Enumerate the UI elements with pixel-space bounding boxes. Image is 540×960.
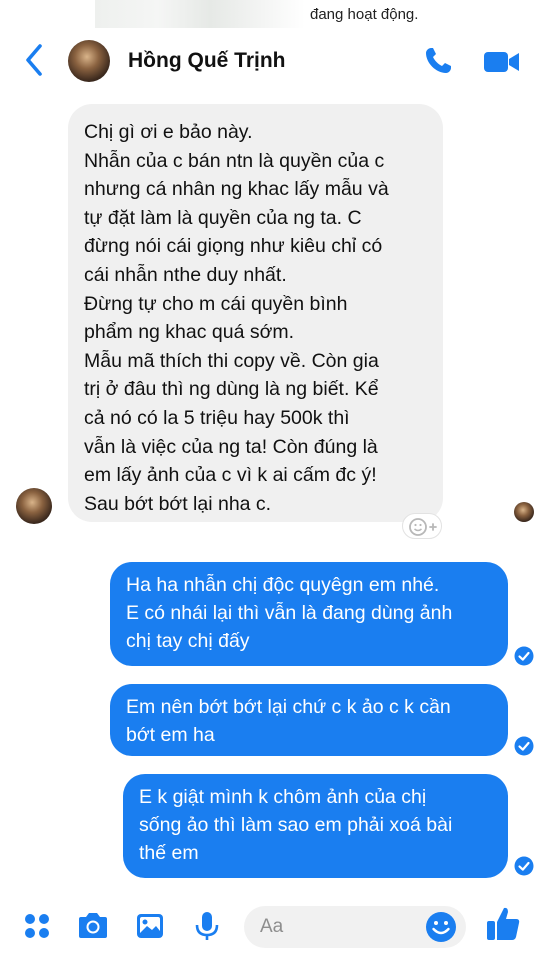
message-line: nhưng cá nhân ng khac lấy mẫu và [84, 178, 389, 201]
more-actions-button[interactable] [20, 909, 54, 943]
message-line: phẩm ng khac quá sớm. [84, 321, 295, 344]
outgoing-message[interactable]: Em nên bớt bớt lại chứ c k ảo c k cần bớ… [110, 684, 508, 756]
message-line: em lấy ảnh của c vì k ai cấm đc ý! [84, 464, 377, 487]
contact-name[interactable]: Hồng Quế Trịnh [128, 49, 286, 73]
message-line: trị ở đâu thì ng dùng là ng biết. Kể [84, 378, 379, 401]
message-line: thế em [139, 842, 199, 864]
thumbs-up-icon [487, 907, 520, 940]
chat-header: Hồng Quế Trịnh [0, 30, 540, 92]
status-strip: đang hoạt động. [0, 0, 540, 30]
contact-avatar[interactable] [68, 40, 110, 82]
gallery-button[interactable] [133, 909, 167, 943]
blurred-region [95, 0, 305, 28]
message-line: Nhẫn của c bán ntn là quyền của c [84, 149, 385, 172]
emoji-button[interactable] [424, 910, 458, 944]
delivered-check-icon [514, 646, 534, 666]
photo-icon [137, 914, 163, 938]
message-line: Chị gì ơi e bảo này. [84, 121, 253, 143]
composer-bar: Aa [0, 900, 540, 960]
camera-button[interactable] [76, 909, 110, 943]
active-status: đang hoạt động. [310, 6, 419, 23]
message-line: Đừng tự cho m cái quyền bình [84, 292, 348, 315]
camera-icon [79, 913, 107, 938]
message-line: cả nó có la 5 triệu hay 500k thì [84, 406, 350, 429]
phone-icon [426, 48, 451, 73]
message-line: Sau bớt bớt lại nha c. [84, 492, 272, 515]
microphone-icon [195, 912, 219, 940]
back-button[interactable] [20, 42, 50, 78]
message-input[interactable]: Aa [244, 906, 466, 948]
outgoing-message[interactable]: Ha ha nhẫn chị độc quyêgn em nhé. E có n… [110, 562, 508, 666]
voice-message-button[interactable] [190, 909, 224, 943]
add-reaction-button[interactable] [402, 513, 442, 539]
message-line: vẫn là việc của ng ta! Còn đúng là [84, 435, 378, 458]
seen-avatar [514, 502, 534, 522]
message-line: Em nên bớt bớt lại chứ c k ảo c k cần [126, 696, 451, 718]
like-button[interactable] [484, 904, 522, 944]
video-camera-icon [484, 52, 519, 72]
message-line: Mẫu mã thích thi copy về. Còn gia [84, 349, 379, 372]
chevron-left-icon [26, 44, 42, 76]
add-reaction-icon [409, 518, 437, 536]
input-placeholder: Aa [260, 916, 284, 937]
outgoing-message[interactable]: E k giật mình k chôm ảnh của chị sống ảo… [123, 774, 508, 878]
message-line: cái nhẫn nthe duy nhất. [84, 263, 287, 286]
incoming-message[interactable]: Chị gì ơi e bảo này. Nhẫn của c bán ntn … [68, 104, 443, 522]
smiley-icon [426, 912, 456, 942]
message-line: chị tay chị đấy [126, 630, 250, 652]
message-line: E có nhái lại thì vẫn là đang dùng ảnh [126, 602, 453, 624]
message-line: tự đặt làm là quyền của ng ta. C [84, 206, 362, 229]
sender-avatar[interactable] [16, 488, 52, 524]
delivered-check-icon [514, 856, 534, 876]
voice-call-button[interactable] [422, 45, 454, 77]
message-line: Ha ha nhẫn chị độc quyêgn em nhé. [126, 574, 440, 596]
delivered-check-icon [514, 736, 534, 756]
message-line: bớt em ha [126, 724, 215, 746]
message-line: E k giật mình k chôm ảnh của chị [139, 786, 427, 808]
message-line: đừng nói cái giọng như kiêu chỉ có [84, 235, 383, 258]
message-line: sống ảo thì làm sao em phải xoá bài [139, 814, 453, 836]
video-call-button[interactable] [482, 48, 522, 76]
grid-menu-icon [25, 914, 49, 938]
